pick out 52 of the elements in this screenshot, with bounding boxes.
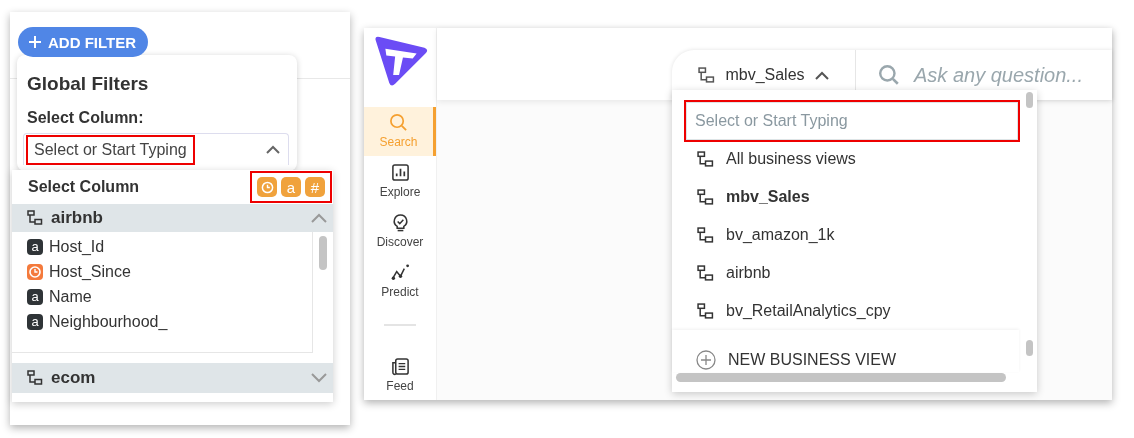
group-header[interactable]: airbnb: [12, 204, 333, 232]
column-item[interactable]: Host_Since: [27, 259, 312, 284]
new-business-view-button[interactable]: NEW BUSINESS VIEW: [686, 350, 897, 372]
lightbulb-icon: [390, 212, 410, 232]
hierarchy-icon: [27, 370, 43, 386]
business-view-item[interactable]: All business views: [686, 140, 1017, 178]
hierarchy-icon: [698, 66, 716, 84]
select-placeholder: Select or Start Typing: [28, 136, 193, 163]
column-item[interactable]: a Host_Id: [27, 234, 312, 259]
business-view-item[interactable]: mbv_Sales: [686, 178, 1017, 216]
hierarchy-icon: [697, 150, 714, 168]
text-type-icon: a: [27, 238, 43, 255]
clock-icon: [27, 263, 43, 280]
logo-icon: [373, 36, 429, 87]
scrollbar[interactable]: [1026, 92, 1033, 108]
card-title: Global Filters: [27, 73, 150, 95]
business-view-item[interactable]: airbnb: [686, 254, 1017, 292]
nav-item[interactable]: Predict: [364, 256, 436, 306]
search-icon: [878, 64, 900, 86]
hierarchy-icon: [697, 302, 714, 320]
bar-chart-icon: [390, 163, 410, 183]
hierarchy-icon: [27, 210, 43, 226]
plus-icon: [28, 35, 42, 49]
plus-icon: [696, 350, 716, 370]
chevron-icon: [311, 373, 327, 383]
scrollbar[interactable]: [676, 373, 1006, 382]
nav-item[interactable]: Discover: [364, 206, 436, 256]
group-header[interactable]: ecom: [12, 363, 333, 393]
business-view-item[interactable]: bv_RetailAnalytics_cpy: [686, 292, 1017, 330]
add-filter-button[interactable]: ADD FILTER: [18, 27, 149, 57]
scrollbar[interactable]: [319, 236, 327, 270]
chevron-icon: [266, 145, 280, 154]
search-icon: [389, 113, 408, 133]
text-type-icon: a: [27, 288, 43, 305]
text-type-icon: a: [27, 313, 43, 330]
trend-line-icon: [390, 262, 410, 282]
column-select[interactable]: Select or Start Typing: [23, 133, 289, 165]
hierarchy-icon: [697, 188, 714, 206]
chevron-icon: [311, 213, 327, 223]
chevron-icon: [814, 70, 829, 80]
hierarchy-icon: [697, 264, 714, 282]
scrollbar[interactable]: [1026, 340, 1033, 356]
nav-item[interactable]: Explore: [364, 156, 436, 206]
column-item[interactable]: a Neighbourhood_: [27, 309, 312, 334]
list-title: Select Column: [28, 178, 140, 196]
date-filter-button[interactable]: [257, 177, 277, 197]
nav-item[interactable]: Feed: [364, 350, 436, 399]
hierarchy-icon: [697, 226, 714, 244]
document-icon: [390, 356, 410, 376]
field-label: Select Column:: [27, 109, 145, 127]
column-item[interactable]: a Name: [27, 284, 312, 309]
business-view-item[interactable]: bv_amazon_1k: [686, 216, 1017, 254]
